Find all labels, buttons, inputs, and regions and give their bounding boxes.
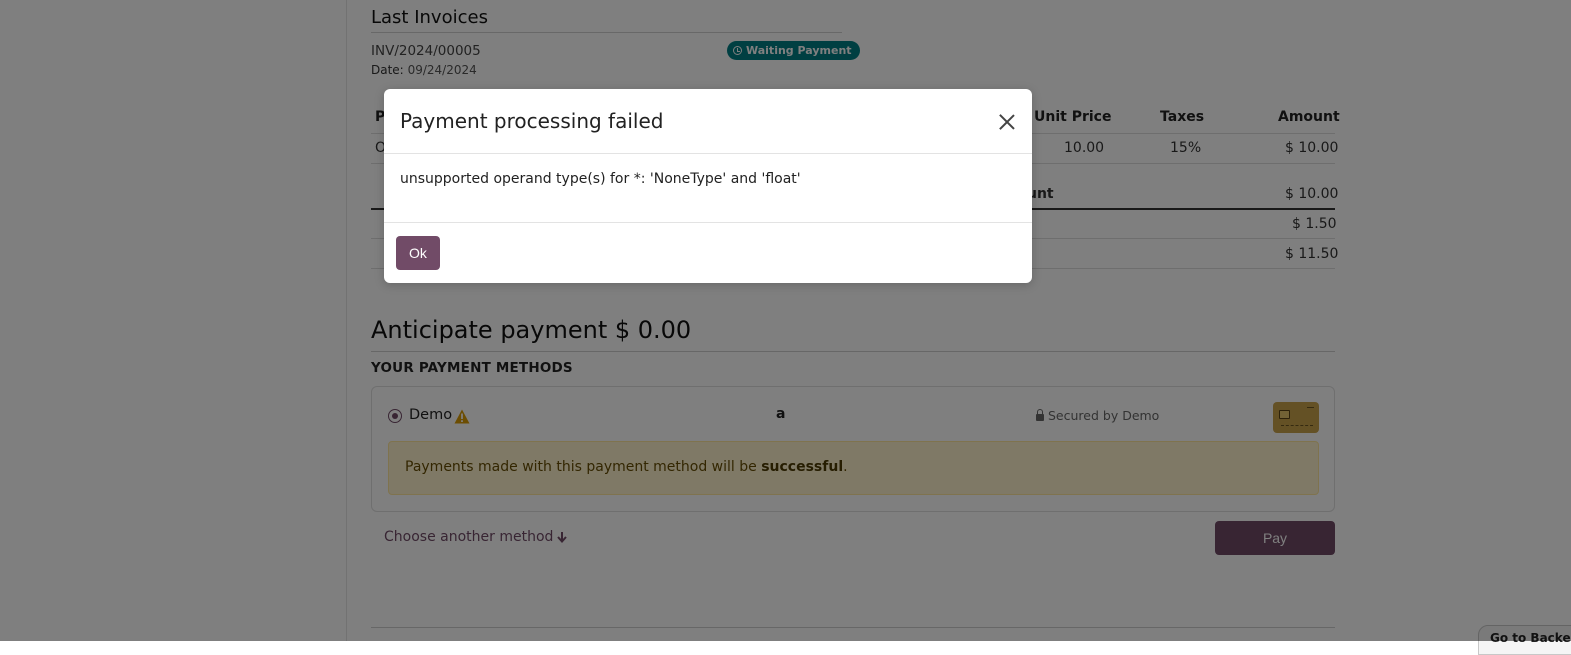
ok-button[interactable]: Ok (396, 236, 440, 270)
dialog-title: Payment processing failed (400, 109, 664, 133)
dialog-footer-divider (384, 222, 1032, 223)
error-dialog: Payment processing failed unsupported op… (384, 89, 1032, 283)
close-icon[interactable] (996, 111, 1018, 133)
dialog-header-divider (384, 153, 1032, 154)
dialog-message: unsupported operand type(s) for *: 'None… (400, 171, 801, 187)
